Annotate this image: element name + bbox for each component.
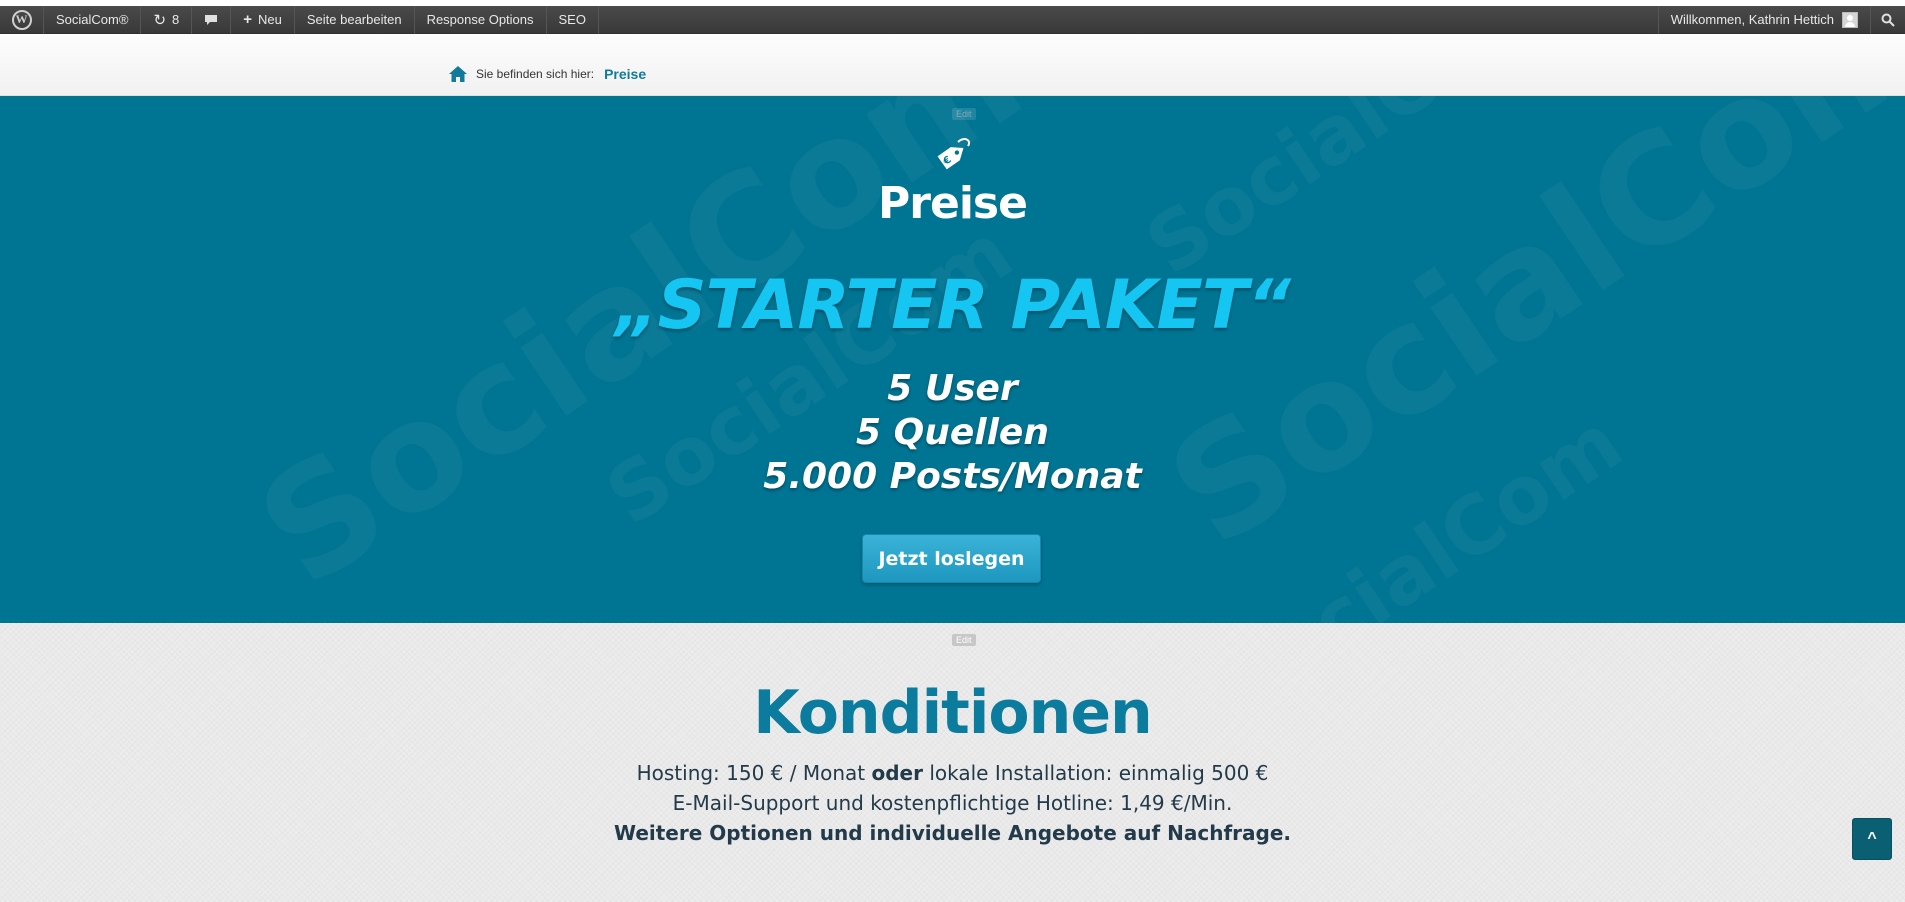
scroll-to-top-button[interactable]: ^ bbox=[1852, 818, 1892, 860]
feature-sources: 5 Quellen bbox=[856, 412, 1049, 453]
price-tag-icon: € bbox=[928, 134, 976, 178]
response-options-link[interactable]: Response Options bbox=[415, 5, 547, 34]
or-text: oder bbox=[871, 761, 923, 785]
conditions-title: Konditionen bbox=[753, 678, 1152, 748]
page-title: Preise bbox=[878, 178, 1028, 229]
conditions-section: Edit Konditionen Hosting: 150 € / Monat … bbox=[0, 623, 1905, 902]
conditions-edit-link[interactable]: Edit bbox=[952, 634, 976, 646]
breadcrumb-current[interactable]: Preise bbox=[604, 66, 646, 82]
comments-button[interactable] bbox=[192, 5, 232, 34]
breadcrumb-prefix: Sie befinden sich hier: bbox=[476, 67, 595, 81]
get-started-button[interactable]: Jetzt loslegen bbox=[862, 534, 1041, 583]
installation-text: lokale Installation: einmalig 500 € bbox=[922, 761, 1269, 785]
wordpress-logo-icon: W bbox=[11, 9, 32, 30]
hosting-line: Hosting: 150 € / Monat oder lokale Insta… bbox=[0, 761, 1905, 785]
seo-link[interactable]: SEO bbox=[547, 5, 599, 34]
new-content-button[interactable]: + Neu bbox=[231, 5, 295, 34]
plus-icon: + bbox=[243, 11, 253, 28]
admin-bar-spacer bbox=[599, 6, 1658, 34]
hero-edit-link[interactable]: Edit bbox=[952, 108, 976, 120]
hosting-text: Hosting: 150 € / Monat bbox=[636, 761, 872, 785]
feature-posts: 5.000 Posts/Monat bbox=[763, 456, 1142, 497]
wordpress-logo-button[interactable]: W bbox=[0, 5, 44, 34]
admin-bar: W SocialCom® ↻ 8 + Neu Seite bearbeiten … bbox=[0, 5, 1905, 34]
edit-page-link[interactable]: Seite bearbeiten bbox=[295, 5, 415, 34]
feature-users: 5 User bbox=[887, 368, 1018, 409]
options-line: Weitere Optionen und individuelle Angebo… bbox=[613, 821, 1292, 845]
account-menu[interactable]: Willkommen, Kathrin Hettich bbox=[1657, 5, 1870, 34]
support-line: E-Mail-Support und kostenpflichtige Hotl… bbox=[672, 791, 1233, 815]
welcome-text: Willkommen, Kathrin Hettich bbox=[1670, 12, 1834, 27]
search-icon bbox=[1881, 13, 1895, 27]
updates-button[interactable]: ↻ 8 bbox=[141, 5, 193, 34]
site-name-link[interactable]: SocialCom® bbox=[44, 5, 142, 34]
new-label: Neu bbox=[258, 12, 282, 27]
refresh-icon: ↻ bbox=[153, 11, 167, 29]
comment-bubble-icon bbox=[205, 14, 218, 25]
package-name: „STARTER PAKET“ bbox=[614, 266, 1291, 345]
avatar bbox=[1842, 11, 1858, 28]
pricing-hero: SocialCom SocialCom SocialCom SocialCom … bbox=[0, 96, 1905, 623]
home-icon[interactable] bbox=[448, 65, 468, 83]
admin-search-button[interactable] bbox=[1870, 5, 1905, 34]
updates-count: 8 bbox=[172, 12, 180, 27]
breadcrumb: Sie befinden sich hier: Preise bbox=[0, 35, 1905, 96]
